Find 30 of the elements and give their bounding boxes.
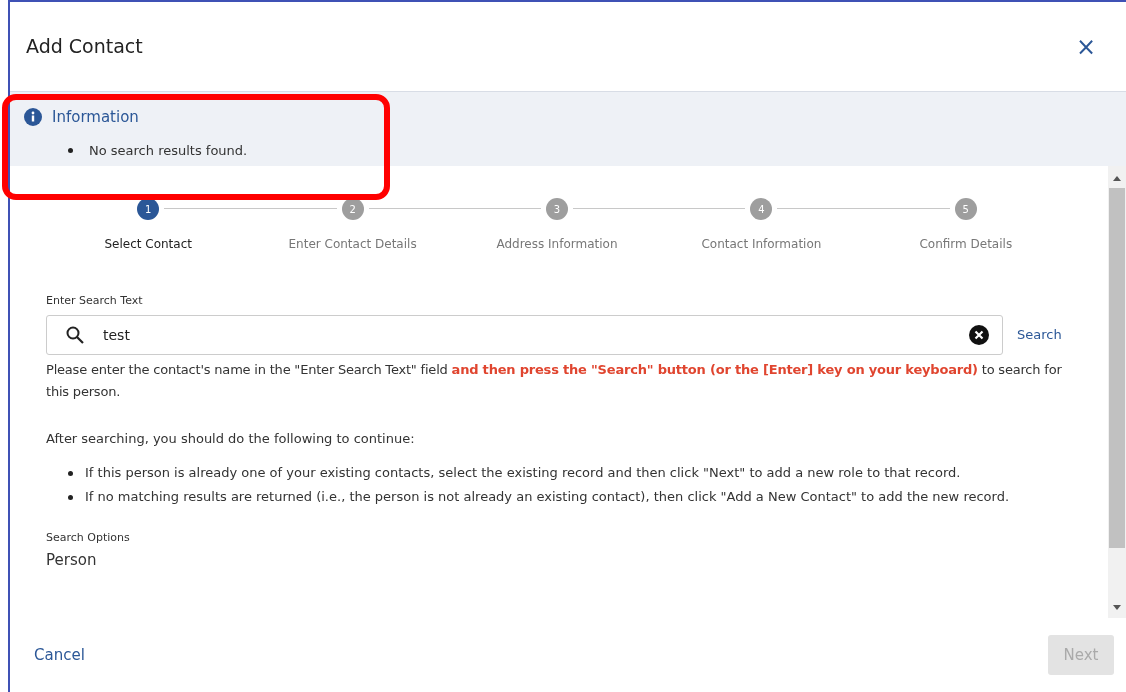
search-link[interactable]: Search: [1017, 324, 1062, 345]
scrollbar[interactable]: [1108, 166, 1126, 618]
after-text: After searching, you should do the following to continue:: [46, 429, 416, 448]
info-icon: [24, 108, 42, 127]
step-label: Confirm Details: [919, 236, 1013, 253]
info-message: No search results found.: [89, 141, 248, 160]
search-icon: [66, 325, 84, 344]
bullet-icon: [68, 471, 73, 476]
close-button[interactable]: ×: [1072, 32, 1100, 61]
bullet-text: If no matching results are returned (i.e., the person is not already an existing contact), then click "Add a New Contact" to add the new record.: [85, 488, 1010, 506]
clear-icon[interactable]: [969, 324, 989, 345]
option-value[interactable]: Person: [46, 548, 1068, 571]
info-title: Information: [52, 107, 139, 128]
step-number[interactable]: 1: [137, 198, 160, 220]
field-label: Enter Search Text: [46, 293, 144, 309]
cancel-link[interactable]: Cancel: [34, 643, 85, 667]
bullet-text: If this person is already one of your existing contacts, select the existing record and then click "Next" to add a new role to that record.: [85, 464, 961, 482]
step-label: Address Information: [496, 236, 618, 253]
bullet-icon: [68, 147, 73, 153]
scroll-up-icon[interactable]: [1112, 174, 1122, 182]
step-label: Enter Contact Details: [288, 236, 417, 253]
scroll-thumb[interactable]: [1109, 188, 1125, 548]
dialog-title: Add Contact: [26, 34, 143, 60]
scroll-down-icon[interactable]: [1112, 604, 1122, 612]
search-field[interactable]: test: [46, 314, 1003, 355]
bullet-icon: [68, 495, 73, 500]
instruction-text: Please enter the contact's name in the "Enter Search Text" field and then press the "Search" button (or the [Enter] key on your keyboard) to search for this person.: [46, 360, 1063, 401]
step-label: Contact Information: [701, 236, 822, 253]
step-label: Select Contact: [104, 236, 192, 253]
field-label: Search Options: [46, 530, 131, 546]
